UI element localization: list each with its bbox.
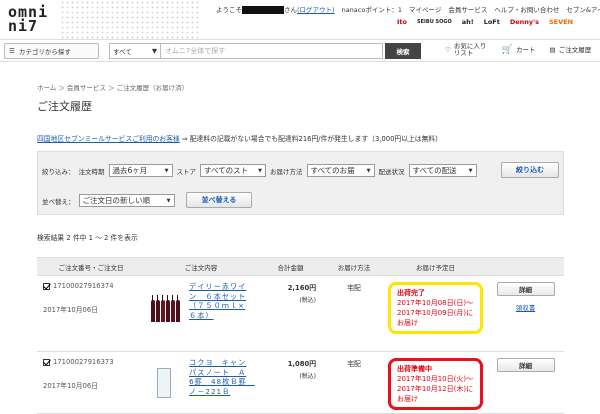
column-header: お届け予定日 <box>384 257 487 276</box>
order-history-link[interactable]: ▤ ご注文履歴 <box>549 45 592 54</box>
chevron-down-icon: ▼ <box>152 46 157 55</box>
shikoku-notice: 四国地区セブンミールサービスご利用のお客様 ⇒ 配達料の記載がない場合でも配達料… <box>37 135 442 143</box>
receipt-link[interactable]: 領収書 <box>487 302 564 312</box>
breadcrumb: ホーム ＞ 会員サービス ＞ ご注文履歴（お届け済） <box>37 84 189 92</box>
detail-button[interactable]: 詳細 <box>496 358 555 372</box>
result-count: 検索結果 2 件中 1 〜 2 件を表示 <box>37 234 138 242</box>
favorite-list-link[interactable]: ♡ お気に入りリスト <box>445 43 488 57</box>
category-button[interactable]: ☰ カテゴリから探す <box>4 42 99 59</box>
delivery-status: 出荷準備中 2017年10月10日(火)〜2017年10月12日(木)にお届け <box>388 358 483 410</box>
sort-button[interactable]: 並べ替える <box>186 192 252 208</box>
search-bar: ☰ カテゴリから探す すべて ▼ オムニ7全体で探す 検索 ♡ お気に入りリスト 🛒… <box>0 40 600 62</box>
cart-icon: 🛒 <box>501 44 514 55</box>
product-link[interactable]: コクヨ キャンパスノート Ａ6罫 48枚Ｂ罫 ノ－221Ｂ <box>189 358 254 398</box>
store-select[interactable]: すべてのスト ▼ <box>200 164 266 177</box>
order-date: 2017年10月06日 <box>43 382 98 390</box>
detail-button[interactable]: 詳細 <box>496 282 555 296</box>
shipping-status-select[interactable]: すべての配送 ▼ <box>408 164 477 177</box>
order-id: 17100027916374 <box>53 282 114 290</box>
delivery-status: 出荷完了 2017年10月08日(日)〜2017年10月09日(月)にお届け <box>388 282 483 334</box>
column-header: 合計金額 <box>257 257 324 276</box>
filter-row: 絞り込み： 注文時期 過去6ヶ月 ▼ ストア すべてのスト ▼ お届け方法 すべての… <box>42 164 477 177</box>
delivery-method: 宅配 <box>324 275 384 352</box>
mypage-link[interactable]: マイページ <box>409 4 441 14</box>
help-link[interactable]: ヘルプ・お問い合わせ <box>494 4 559 14</box>
filter-panel: 絞り込み： 注文時期 過去6ヶ月 ▼ ストア すべてのスト ▼ お届け方法 すべての… <box>37 151 564 215</box>
seibu-sogo-logo[interactable]: SEIBU SOGO <box>415 19 454 26</box>
tax-note: (税込) <box>299 373 316 380</box>
order-id: 17100027916373 <box>53 358 114 366</box>
site-header: omni ni7 ようこそ さん(ログアウト) nanacoポイント：1 マイペー… <box>0 0 600 40</box>
shikoku-meal-link[interactable]: 四国地区セブンミールサービスご利用のお客様 <box>37 135 180 143</box>
header-links: ようこそ さん(ログアウト) nanacoポイント：1 マイページ 会員サービス … <box>216 4 600 14</box>
omni7-logo[interactable]: omni ni7 <box>8 5 48 34</box>
order-table: ご注文番号・ご注文日 ご注文内容 合計金額 お届け方法 お届け予定日 17100… <box>37 257 564 414</box>
ito-yokado-logo[interactable]: Ito <box>395 17 409 27</box>
nanaco-points: nanacoポイント：1 <box>341 6 402 14</box>
column-header: ご注文番号・ご注文日 <box>37 257 145 276</box>
chevron-down-icon: ▼ <box>366 167 371 174</box>
seven-i-top-link[interactable]: セブン&アイのトップ <box>566 4 600 14</box>
receipt-icon: ▤ <box>549 45 556 54</box>
order-checkbox[interactable] <box>43 358 50 366</box>
period-select[interactable]: 過去6ヶ月 ▼ <box>108 164 173 177</box>
search-scope-select[interactable]: すべて ▼ <box>109 42 161 59</box>
status-badge: 出荷完了 <box>397 289 425 297</box>
delivery-dates: 2017年10月08日(日)〜2017年10月09日(月)にお届け <box>397 299 474 327</box>
column-header: ご注文内容 <box>145 257 257 276</box>
chevron-down-icon: ▼ <box>468 167 473 174</box>
delivery-dates: 2017年10月10日(火)〜2017年10月12日(木)にお届け <box>397 375 474 403</box>
search-button[interactable]: 検索 <box>385 42 421 59</box>
order-date: 2017年10月06日 <box>43 306 98 314</box>
order-total: 2,160円 <box>287 284 316 292</box>
delivery-method-select[interactable]: すべてのお届 ▼ <box>306 164 375 177</box>
greeting: ようこそ さん(ログアウト) <box>216 6 335 14</box>
column-header <box>487 257 564 276</box>
akachan-logo[interactable]: ah! <box>460 17 476 27</box>
heart-icon: ♡ <box>445 45 451 54</box>
sort-row: 並べ替え： ご注文日の新しい順 ▼ <box>42 194 175 207</box>
apply-filter-button[interactable]: 絞り込む <box>501 162 559 178</box>
sort-select[interactable]: ご注文日の新しい順 ▼ <box>78 194 175 207</box>
logout-link[interactable]: (ログアウト) <box>297 6 335 14</box>
search-input[interactable]: オムニ7全体で探す <box>161 42 383 59</box>
table-row: 17100027916374 2017年10月06日 デイリー赤ワイン ６本セッ… <box>37 275 564 352</box>
member-service-link[interactable]: 会員サービス <box>448 4 487 14</box>
delivery-method: 宅配 <box>324 351 384 414</box>
header-pattern <box>60 0 200 40</box>
order-checkbox[interactable] <box>43 282 50 290</box>
notebook-product-image[interactable] <box>145 358 185 398</box>
dennys-logo[interactable]: Denny's <box>508 17 541 27</box>
table-header: ご注文番号・ご注文日 ご注文内容 合計金額 お届け方法 お届け予定日 <box>37 257 564 276</box>
chevron-down-icon: ▼ <box>164 167 169 174</box>
redacted-username <box>242 6 284 14</box>
page-title: ご注文履歴 <box>37 100 92 113</box>
table-row: 17100027916373 2017年10月06日 コクヨ キャンパスノート … <box>37 351 564 414</box>
loft-logo[interactable]: LoFt <box>482 17 502 27</box>
order-total: 1,080円 <box>287 360 316 368</box>
seven-eleven-logo[interactable]: SEVEN <box>547 17 575 27</box>
chevron-down-icon: ▼ <box>258 167 262 174</box>
cart-link[interactable]: 🛒 カート <box>501 44 536 55</box>
product-link[interactable]: デイリー赤ワイン ６本セット（７５０ｍｌ×６本） <box>189 282 247 322</box>
wine-product-image[interactable] <box>145 282 185 322</box>
header-actions: ♡ お気に入りリスト 🛒 カート ▤ ご注文履歴 <box>445 43 591 57</box>
menu-icon: ☰ <box>9 46 15 55</box>
chevron-down-icon: ▼ <box>166 197 171 204</box>
column-header: お届け方法 <box>324 257 384 276</box>
brand-logos: Ito SEIBU SOGO ah! LoFt Denny's SEVEN <box>395 17 575 27</box>
tax-note: (税込) <box>299 297 316 304</box>
status-badge: 出荷準備中 <box>397 365 432 373</box>
